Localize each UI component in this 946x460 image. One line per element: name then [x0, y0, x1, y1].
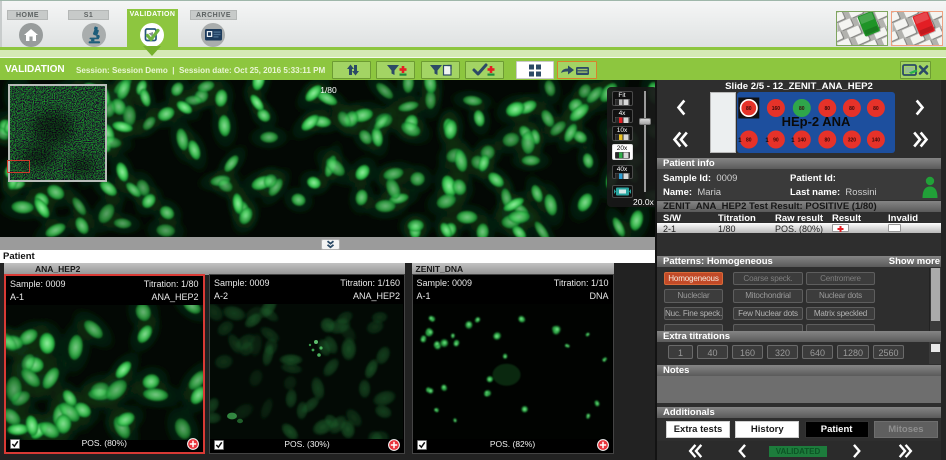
svg-text:140: 140 [798, 138, 807, 144]
svg-text:80: 80 [799, 106, 805, 112]
svg-text:80: 80 [849, 106, 855, 112]
svg-text:140: 140 [872, 138, 881, 144]
svg-text:90: 90 [773, 138, 779, 144]
svg-text:80: 80 [873, 106, 879, 112]
svg-text:80: 80 [825, 106, 831, 112]
svg-text:80: 80 [746, 106, 752, 112]
svg-text:80: 80 [825, 138, 831, 144]
svg-text:80: 80 [746, 138, 752, 144]
svg-text:160: 160 [772, 106, 781, 112]
svg-text:320: 320 [848, 138, 857, 144]
svg-text:HEp-2 ANA: HEp-2 ANA [782, 114, 851, 129]
